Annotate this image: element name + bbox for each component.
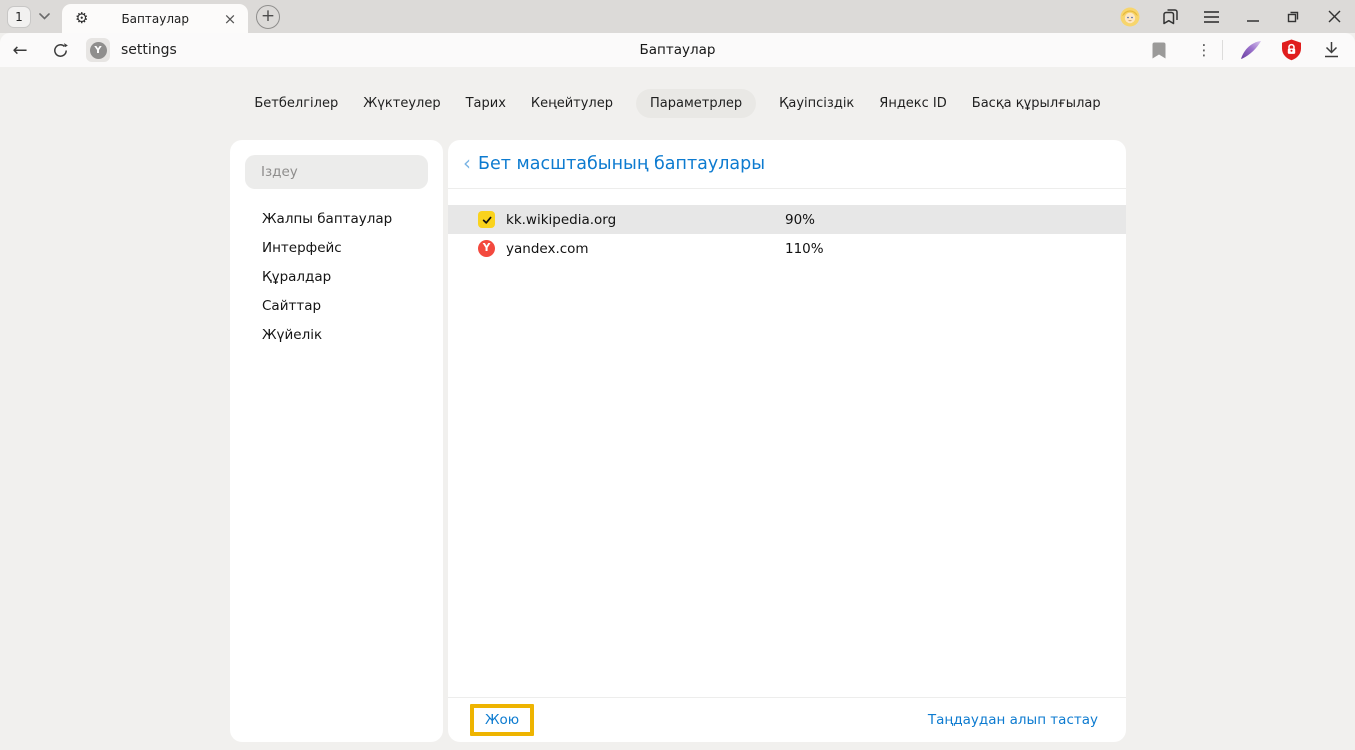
tab-settings[interactable]: Параметрлер <box>636 89 756 118</box>
site-zoom-row[interactable]: kk.wikipedia.org 90% <box>448 205 1126 234</box>
zoom-value: 110% <box>785 241 824 257</box>
toolbar-divider <box>1222 40 1223 60</box>
sidebar-item-general[interactable]: Жалпы баптаулар <box>230 204 443 233</box>
minimize-button[interactable] <box>1232 11 1273 23</box>
bookmark-icon <box>1152 42 1166 59</box>
profile-avatar[interactable] <box>1109 7 1150 27</box>
panels-button[interactable] <box>1150 7 1191 26</box>
feather-extension-button[interactable] <box>1231 39 1271 61</box>
back-chevron-icon[interactable]: ‹ <box>463 153 478 173</box>
tab-count-button[interactable]: 1 <box>7 6 31 28</box>
page-zoom-settings-panel: ‹ Бет масштабының баптаулары kk.wikipedi… <box>448 140 1126 742</box>
settings-nav-tabs: Бетбелгілер Жүктеулер Тарих Кеңейтулер П… <box>0 89 1355 118</box>
tab-bar: 1 ⚙ Баптаулар × + <box>0 0 1355 33</box>
shield-lock-icon <box>1281 39 1302 61</box>
minimize-icon <box>1247 11 1259 23</box>
tab-history[interactable]: Тарих <box>464 89 508 118</box>
delete-button[interactable]: Жою <box>470 704 534 736</box>
rows-gap <box>448 189 1126 205</box>
yandex-browser-icon: Y <box>90 42 107 59</box>
search-input[interactable] <box>245 155 428 189</box>
restore-icon <box>1286 9 1301 24</box>
close-icon <box>1328 10 1341 23</box>
gear-icon: ⚙ <box>75 11 88 26</box>
sidebar-item-interface[interactable]: Интерфейс <box>230 233 443 262</box>
new-tab-button[interactable]: + <box>256 5 280 29</box>
tab-list-chevron-button[interactable] <box>31 6 57 28</box>
tab-close-icon[interactable]: × <box>222 10 238 28</box>
panel-header[interactable]: ‹ Бет масштабының баптаулары <box>448 140 1126 189</box>
chevron-down-icon <box>39 13 50 20</box>
deselect-link[interactable]: Таңдаудан алып тастау <box>928 712 1098 728</box>
download-icon <box>1323 41 1340 59</box>
hamburger-menu-icon <box>1204 11 1219 23</box>
zoom-value: 90% <box>785 212 815 228</box>
tab-downloads[interactable]: Жүктеулер <box>361 89 442 118</box>
bookmark-button[interactable] <box>1152 42 1166 59</box>
tab-yandex-id[interactable]: Яндекс ID <box>877 89 949 118</box>
downloads-button[interactable] <box>1311 41 1351 59</box>
sidebar-item-tools[interactable]: Құралдар <box>230 262 443 291</box>
browser-tab-settings[interactable]: ⚙ Баптаулар × <box>62 4 248 33</box>
close-window-button[interactable] <box>1314 10 1355 23</box>
panels-icon <box>1161 7 1180 26</box>
sidebar-item-sites[interactable]: Сайттар <box>230 291 443 320</box>
feather-icon <box>1239 39 1263 61</box>
tab-extensions[interactable]: Кеңейтулер <box>529 89 615 118</box>
browser-menu-button[interactable] <box>1191 11 1232 23</box>
url-text[interactable]: settings <box>121 42 177 58</box>
site-zoom-row[interactable]: Y yandex.com 110% <box>448 234 1126 263</box>
settings-sidebar: Жалпы баптаулар Интерфейс Құралдар Сайтт… <box>230 140 443 742</box>
site-name: kk.wikipedia.org <box>506 212 616 228</box>
back-icon: ← <box>12 40 27 61</box>
tab-bookmarks[interactable]: Бетбелгілер <box>252 89 340 118</box>
site-name: yandex.com <box>506 241 589 257</box>
panel-title: Бет масштабының баптаулары <box>478 154 765 174</box>
sidebar-item-system[interactable]: Жүйелік <box>230 320 443 349</box>
yandex-favicon-icon: Y <box>478 240 495 257</box>
address-bar: ← Y settings Баптаулар ⋮ <box>0 33 1355 67</box>
extensions-menu-button[interactable]: ⋮ <box>1194 41 1214 59</box>
reload-button[interactable] <box>40 42 80 59</box>
reload-icon <box>52 42 69 59</box>
panel-footer: Жою Таңдаудан алып тастау <box>448 697 1126 742</box>
checkbox-checked-icon[interactable] <box>478 211 495 228</box>
tab-security[interactable]: Қауіпсіздік <box>777 89 856 118</box>
sidebar-list: Жалпы баптаулар Интерфейс Құралдар Сайтт… <box>230 204 443 349</box>
empty-list-space <box>448 263 1126 697</box>
browser-window: 1 ⚙ Баптаулар × + <box>0 0 1355 750</box>
restore-button[interactable] <box>1273 9 1314 24</box>
back-button[interactable]: ← <box>0 40 40 61</box>
protect-extension-button[interactable] <box>1271 39 1311 61</box>
tab-title: Баптаулар <box>88 12 222 26</box>
site-icon-chip[interactable]: Y <box>86 38 110 62</box>
avatar-icon <box>1120 7 1140 27</box>
tab-other-devices[interactable]: Басқа құрылғылар <box>970 89 1103 118</box>
